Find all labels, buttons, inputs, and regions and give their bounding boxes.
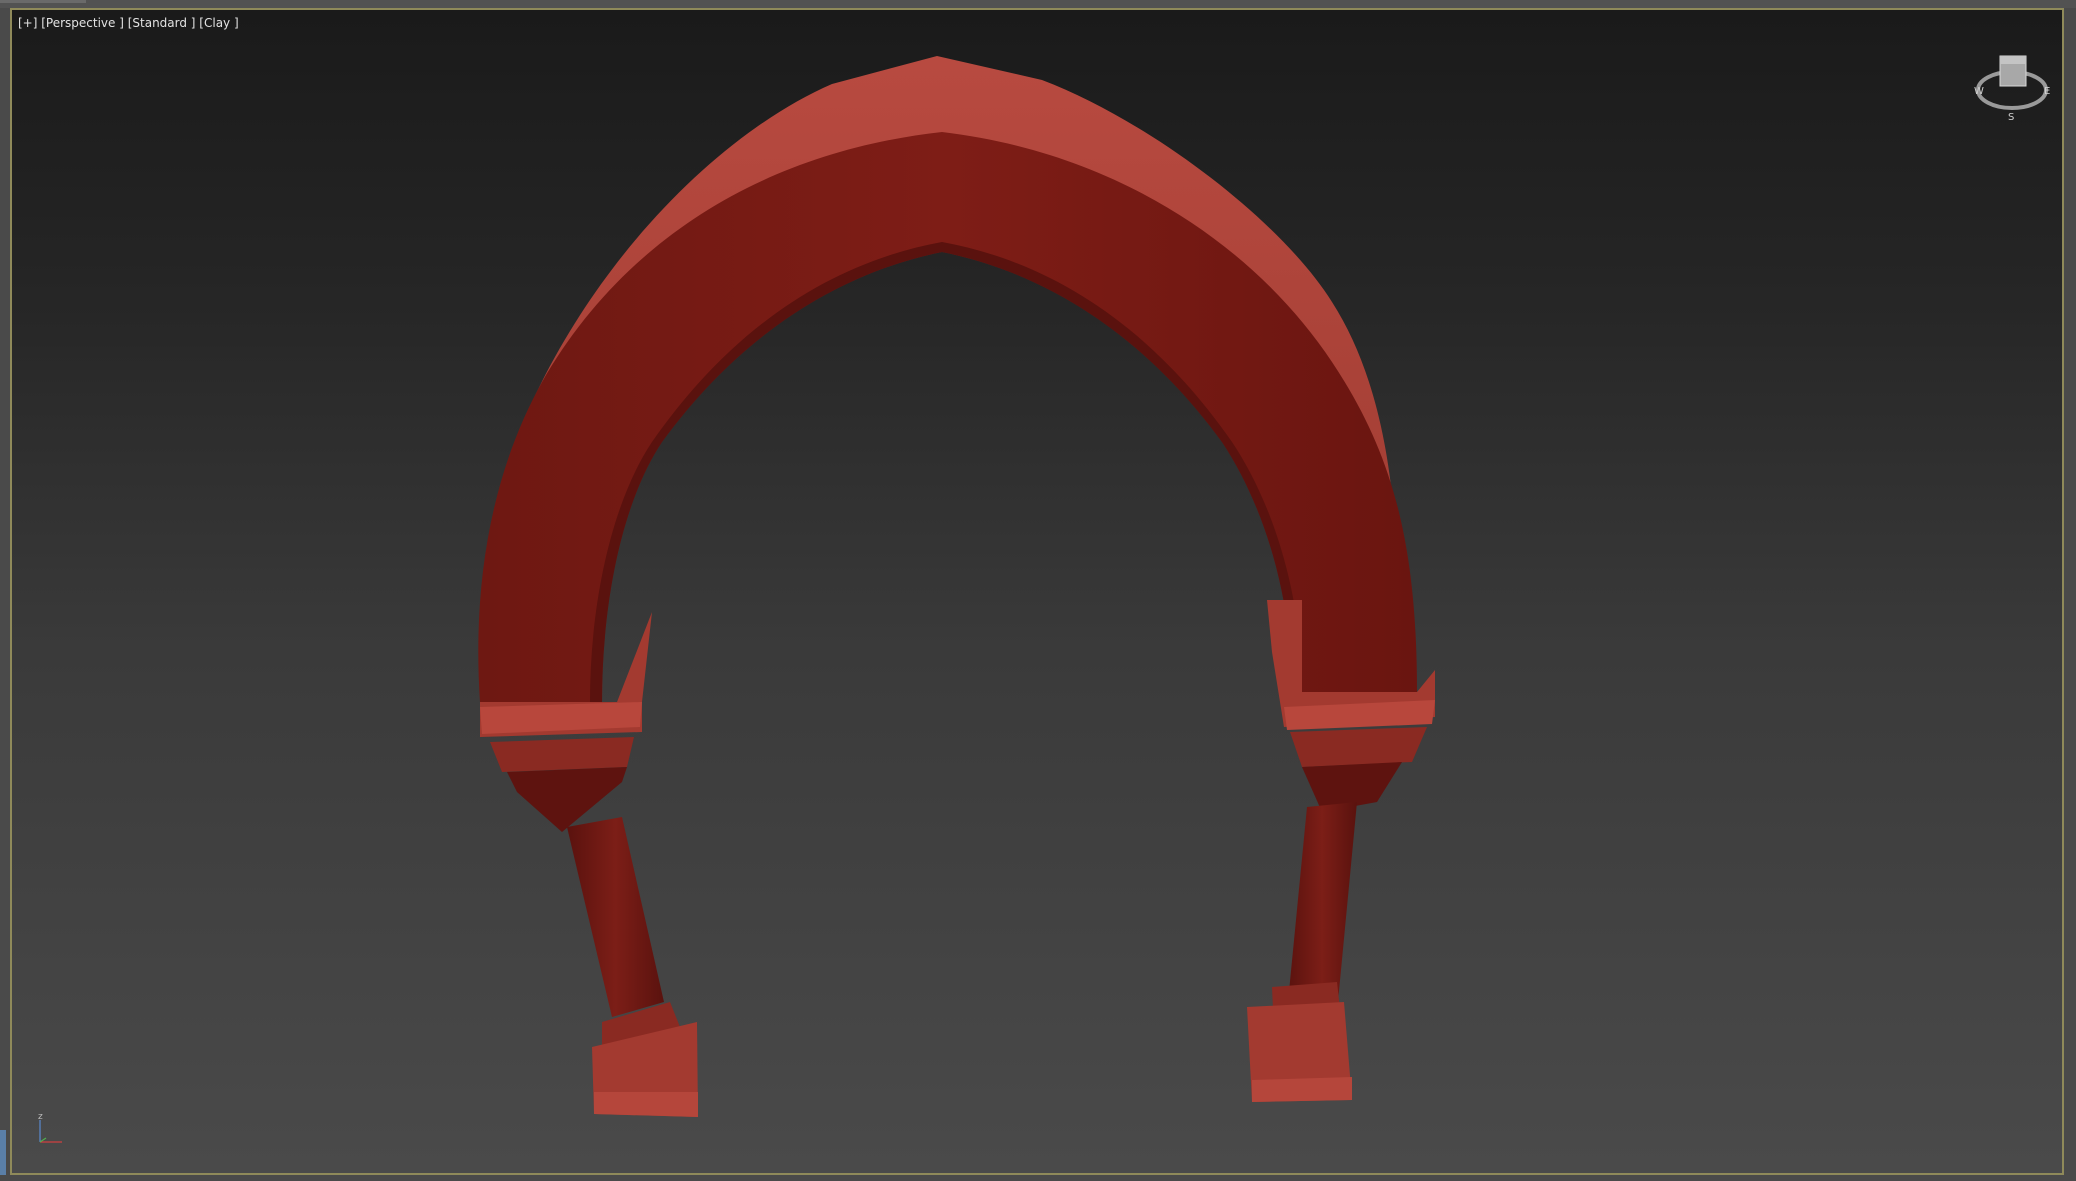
viewcube-west-label[interactable]: W [1974, 86, 1984, 97]
navigation-cube-icon[interactable]: W E S [1972, 46, 2052, 126]
right-capital-band [1290, 727, 1427, 767]
top-toolbar-strip [0, 0, 2076, 8]
left-edge-panel-tab[interactable] [0, 1130, 6, 1175]
viewcube-south-label[interactable]: S [2008, 112, 2014, 123]
arch-model[interactable] [12, 10, 2062, 1173]
right-base-plinth [1252, 1077, 1352, 1102]
axis-z-label: z [38, 1112, 43, 1122]
left-capital-band [490, 737, 634, 772]
toolbar-tab[interactable] [0, 0, 86, 3]
viewcube-east-label[interactable]: E [2044, 86, 2050, 97]
left-base-plinth [594, 1092, 698, 1117]
left-column-shaft [567, 817, 664, 1017]
right-column-shaft [1287, 802, 1357, 1012]
perspective-viewport[interactable]: [+] [Perspective ] [Standard ] [Clay ] W… [10, 8, 2064, 1175]
app-window: [+] [Perspective ] [Standard ] [Clay ] W… [0, 0, 2076, 1181]
xyz-axis-tripod-icon: z [38, 1112, 62, 1143]
